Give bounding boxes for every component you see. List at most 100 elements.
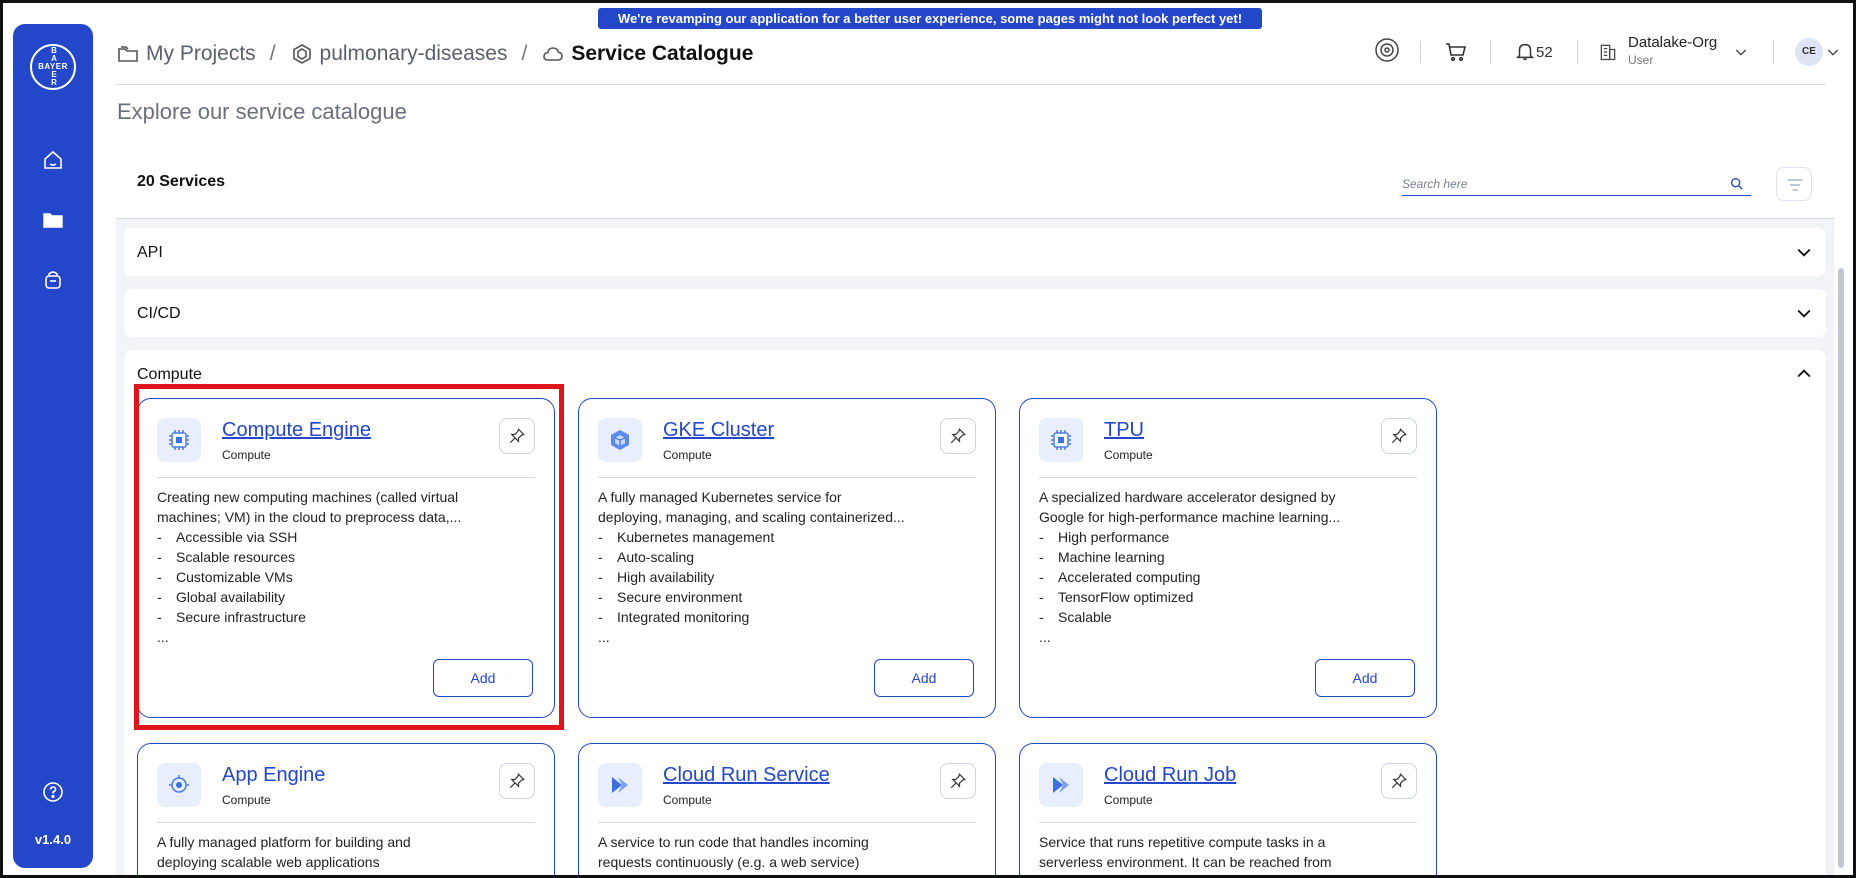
accordion-label: API (137, 244, 163, 261)
home-icon[interactable] (41, 148, 65, 172)
service-card[interactable]: Cloud Run Service Compute A service to r… (578, 743, 996, 878)
chevron-down-icon[interactable] (1733, 44, 1751, 76)
cart-icon[interactable] (1444, 40, 1470, 72)
card-title-link[interactable]: GKE Cluster (663, 419, 774, 442)
ellipsis: ... (598, 629, 610, 645)
card-description: Service that runs repetitive compute tas… (1039, 832, 1419, 872)
description-line: A fully managed platform for building an… (157, 834, 411, 850)
add-button[interactable]: Add (433, 659, 533, 697)
org-role: User (1628, 53, 1654, 67)
ellipsis: ... (1039, 629, 1051, 645)
feature-item: - Global availability (157, 589, 285, 605)
search-input[interactable] (1402, 174, 1722, 194)
pin-button[interactable] (499, 763, 535, 799)
pin-icon (509, 773, 525, 789)
pin-icon (509, 428, 525, 444)
feature-item: - Customizable VMs (157, 569, 293, 585)
breadcrumb-separator: / (269, 42, 276, 65)
pin-icon (950, 773, 966, 789)
scrollbar[interactable] (1838, 268, 1844, 868)
feature-item: - TensorFlow optimized (1039, 589, 1194, 605)
chip-icon (1039, 418, 1083, 462)
add-button[interactable]: Add (874, 659, 974, 697)
logo-horizontal-text: BAYER (38, 62, 68, 71)
card-divider (1039, 477, 1417, 478)
card-title-link[interactable]: Cloud Run Job (1104, 764, 1236, 787)
breadcrumb: My Projects / pulmonary-diseases / Servi… (116, 40, 753, 68)
header-divider (1577, 41, 1578, 63)
chip-icon (157, 418, 201, 462)
search-icon[interactable] (1729, 176, 1745, 192)
cloud-run-icon (598, 763, 642, 807)
service-card[interactable]: Compute Engine Compute Creating new comp… (137, 398, 555, 718)
card-category: Compute (222, 793, 271, 807)
feature-item: - Accelerated computing (1039, 569, 1201, 585)
accordion-cicd[interactable]: CI/CD (124, 289, 1826, 337)
accordion-api[interactable]: API (124, 228, 1826, 276)
service-card[interactable]: GKE Cluster Compute A fully managed Kube… (578, 398, 996, 718)
ellipsis: ... (157, 629, 169, 645)
card-divider (157, 477, 535, 478)
header-divider (1773, 41, 1774, 63)
pin-icon (1391, 428, 1407, 444)
card-category: Compute (663, 793, 712, 807)
breadcrumb-project[interactable]: pulmonary-diseases (290, 42, 507, 66)
notification-count[interactable]: 52 (1536, 44, 1553, 61)
card-description: A service to run code that handles incom… (598, 832, 978, 872)
pin-icon (950, 428, 966, 444)
chevron-up-icon[interactable] (1794, 364, 1814, 384)
search-box (1402, 174, 1751, 196)
description-line: serverless environment. It can be reache… (1039, 854, 1332, 870)
card-description: Creating new computing machines (called … (157, 487, 537, 647)
card-category: Compute (1104, 448, 1153, 462)
pin-button[interactable] (940, 418, 976, 454)
breadcrumb-current: Service Catalogue (541, 42, 753, 66)
description-line: A service to run code that handles incom… (598, 834, 869, 850)
card-divider (1039, 822, 1417, 823)
accordion-label[interactable]: Compute (137, 366, 202, 384)
feature-item: - High availability (598, 569, 715, 585)
pin-button[interactable] (940, 763, 976, 799)
description-line: requests continuously (e.g. a web servic… (598, 854, 860, 870)
description-line: Service that runs repetitive compute tas… (1039, 834, 1326, 850)
user-avatar[interactable]: CE (1795, 38, 1823, 66)
card-title[interactable]: App Engine (222, 764, 325, 787)
card-title-link[interactable]: Compute Engine (222, 419, 371, 442)
service-card[interactable]: Cloud Run Job Compute Service that runs … (1019, 743, 1437, 878)
card-title-link[interactable]: Cloud Run Service (663, 764, 830, 787)
chevron-down-icon[interactable] (1794, 303, 1814, 323)
pin-button[interactable] (499, 418, 535, 454)
settings-icon[interactable] (1373, 36, 1401, 68)
folder-icon[interactable] (41, 208, 65, 232)
chevron-down-icon[interactable] (1794, 242, 1814, 262)
pin-icon (1391, 773, 1407, 789)
service-card[interactable]: TPU Compute A specialized hardware accel… (1019, 398, 1437, 718)
pin-button[interactable] (1381, 418, 1417, 454)
app-engine-icon (157, 763, 201, 807)
card-title-link[interactable]: TPU (1104, 419, 1144, 442)
add-button[interactable]: Add (1315, 659, 1415, 697)
feature-item: - Secure environment (598, 589, 743, 605)
filter-button[interactable] (1776, 167, 1812, 201)
help-icon[interactable] (41, 780, 65, 804)
feature-item: - Integrated monitoring (598, 609, 750, 625)
app-version: v1.4.0 (34, 832, 72, 847)
bell-icon[interactable] (1514, 40, 1536, 72)
header-divider (1490, 41, 1491, 63)
feature-item: - Scalable resources (157, 549, 296, 565)
pin-button[interactable] (1381, 763, 1417, 799)
card-category: Compute (222, 448, 271, 462)
bayer-logo[interactable]: B A Y E R BAYER (30, 44, 76, 90)
card-divider (598, 477, 976, 478)
cloud-run-icon (1039, 763, 1083, 807)
services-count: 20 Services (137, 173, 226, 190)
card-description: A fully managed platform for building an… (157, 832, 537, 872)
org-name[interactable]: Datalake-Org (1628, 34, 1717, 51)
announcement-banner: We're revamping our application for a be… (598, 8, 1262, 29)
service-card[interactable]: App Engine Compute A fully managed platf… (137, 743, 555, 878)
chevron-down-icon[interactable] (1825, 44, 1841, 76)
description-line: deploying, managing, and scaling contain… (598, 509, 905, 525)
breadcrumb-my-projects[interactable]: My Projects (116, 42, 256, 66)
bag-icon[interactable] (41, 268, 65, 292)
cloud-icon (543, 47, 564, 61)
